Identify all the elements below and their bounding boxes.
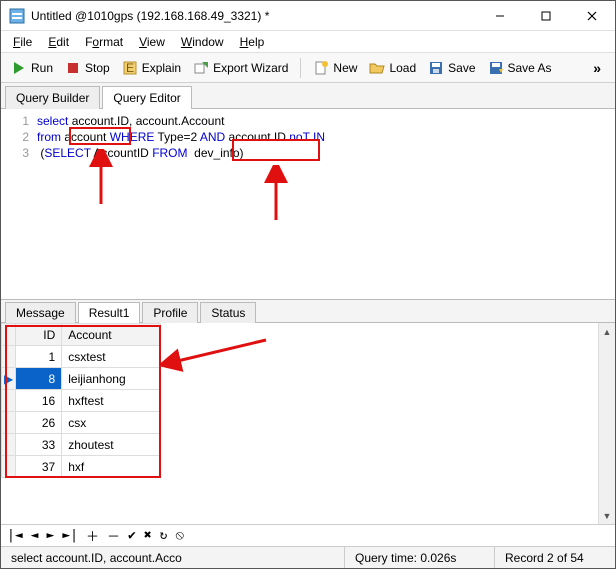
stop-button[interactable]: Stop: [61, 58, 114, 78]
tab-result1[interactable]: Result1: [78, 302, 141, 323]
tab-profile[interactable]: Profile: [142, 302, 198, 323]
stop-icon: [65, 60, 81, 76]
close-button[interactable]: [569, 1, 615, 31]
menu-window[interactable]: Window: [175, 33, 230, 51]
table-row[interactable]: ▶8leijianhong: [2, 368, 161, 390]
table-row[interactable]: 33zhoutest: [2, 434, 161, 456]
nav-delete-button[interactable]: －: [107, 526, 120, 545]
new-icon: [313, 60, 329, 76]
titlebar: Untitled @1010gps (192.168.168.49_3321) …: [1, 1, 615, 31]
run-button[interactable]: Run: [7, 58, 57, 78]
line-gutter: 123: [1, 109, 37, 299]
col-account[interactable]: Account: [62, 324, 161, 346]
window-title: Untitled @1010gps (192.168.168.49_3321) …: [31, 9, 477, 23]
tab-query-builder[interactable]: Query Builder: [5, 86, 100, 109]
status-sql: select account.ID, account.Acco: [1, 547, 345, 568]
scroll-down-button[interactable]: ▼: [599, 507, 615, 524]
vertical-scrollbar[interactable]: ▲ ▼: [598, 323, 615, 524]
header-row: ID Account: [2, 324, 161, 346]
annotation-arrow: [161, 335, 271, 375]
load-label: Load: [389, 61, 416, 75]
explain-label: Explain: [142, 61, 181, 75]
minimize-button[interactable]: [477, 1, 523, 31]
toolbar: Run Stop E Explain Export Wizard New Loa…: [1, 53, 615, 83]
scroll-up-button[interactable]: ▲: [599, 323, 615, 340]
row-header-corner: [2, 324, 16, 346]
status-bar: select account.ID, account.Acco Query ti…: [1, 546, 615, 568]
play-icon: [11, 60, 27, 76]
export-icon: [193, 60, 209, 76]
app-window: Untitled @1010gps (192.168.168.49_3321) …: [0, 0, 616, 569]
code-area[interactable]: select account.ID, account.Account from …: [37, 109, 325, 299]
saveas-button[interactable]: Save As: [484, 58, 556, 78]
status-time: Query time: 0.026s: [345, 547, 495, 568]
table-row[interactable]: 1csxtest: [2, 346, 161, 368]
stop-label: Stop: [85, 61, 110, 75]
table-row[interactable]: 37hxf: [2, 456, 161, 478]
save-icon: [428, 60, 444, 76]
status-record: Record 2 of 54: [495, 547, 615, 568]
maximize-button[interactable]: [523, 1, 569, 31]
nav-first-button[interactable]: |◄: [7, 528, 23, 543]
toolbar-overflow-button[interactable]: »: [585, 60, 609, 76]
menu-help[interactable]: Help: [234, 33, 271, 51]
menubar: File Edit Format View Window Help: [1, 31, 615, 53]
saveas-icon: [488, 60, 504, 76]
nav-stop-button[interactable]: ⦸: [175, 528, 183, 543]
explain-icon: E: [122, 60, 138, 76]
nav-commit-button[interactable]: ✔: [128, 528, 136, 543]
new-label: New: [333, 61, 357, 75]
export-label: Export Wizard: [213, 61, 288, 75]
sql-editor[interactable]: 123 select account.ID, account.Account f…: [1, 109, 615, 299]
nav-cancel-button[interactable]: ✖: [144, 528, 152, 543]
run-label: Run: [31, 61, 53, 75]
folder-open-icon: [369, 60, 385, 76]
app-icon: [9, 8, 25, 24]
separator: [300, 58, 301, 78]
load-button[interactable]: Load: [365, 58, 420, 78]
col-id[interactable]: ID: [16, 324, 62, 346]
tab-message[interactable]: Message: [5, 302, 76, 323]
tab-query-editor[interactable]: Query Editor: [102, 86, 191, 109]
nav-prev-button[interactable]: ◄: [31, 528, 39, 543]
menu-edit[interactable]: Edit: [42, 33, 75, 51]
menu-view[interactable]: View: [133, 33, 171, 51]
lower-tabs: Message Result1 Profile Status: [1, 299, 615, 323]
save-label: Save: [448, 61, 475, 75]
result-pane: ID Account 1csxtest ▶8leijianhong 16hxft…: [1, 323, 615, 524]
nav-refresh-button[interactable]: ↻: [160, 528, 168, 543]
nav-next-button[interactable]: ►: [46, 528, 54, 543]
nav-last-button[interactable]: ►|: [62, 528, 78, 543]
table-row[interactable]: 26csx: [2, 412, 161, 434]
new-button[interactable]: New: [309, 58, 361, 78]
explain-button[interactable]: E Explain: [118, 58, 185, 78]
menu-format[interactable]: Format: [79, 33, 129, 51]
save-button[interactable]: Save: [424, 58, 479, 78]
export-wizard-button[interactable]: Export Wizard: [189, 58, 292, 78]
table-row[interactable]: 16hxftest: [2, 390, 161, 412]
svg-text:E: E: [126, 61, 134, 75]
record-navigator: |◄ ◄ ► ►| ＋ － ✔ ✖ ↻ ⦸: [1, 524, 615, 546]
saveas-label: Save As: [508, 61, 552, 75]
result-grid[interactable]: ID Account 1csxtest ▶8leijianhong 16hxft…: [1, 323, 161, 478]
upper-tabs: Query Builder Query Editor: [1, 83, 615, 109]
tab-status[interactable]: Status: [200, 302, 256, 323]
menu-file[interactable]: File: [7, 33, 38, 51]
nav-add-button[interactable]: ＋: [86, 526, 99, 545]
